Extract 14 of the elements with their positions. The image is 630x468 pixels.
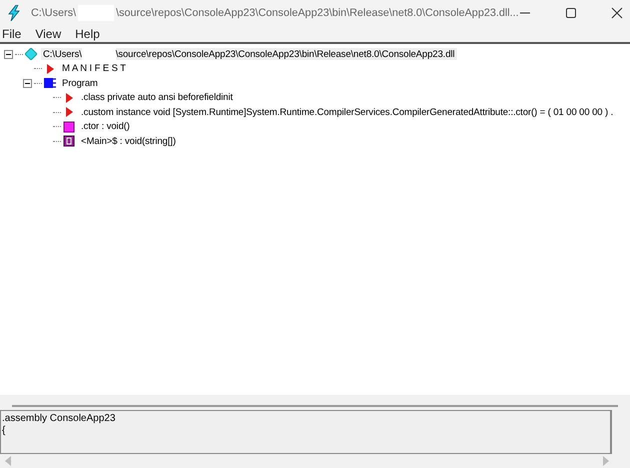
tree-item[interactable]: .class private auto ansi beforefieldinit	[79, 92, 235, 104]
menu-item[interactable]: Help	[75, 27, 100, 41]
tree-item[interactable]: .custom instance void [System.Runtime]System.Runtime.CompilerServices.CompilerGeneratedAttribute::.ctor() = ( 01 00 00 00 ) .	[79, 106, 616, 118]
menu-item[interactable]: File	[2, 27, 22, 41]
window-title: C:\Users\	[31, 7, 76, 19]
menu-item[interactable]: View	[35, 27, 62, 41]
code-line: .assembly ConsoleApp23	[2, 413, 116, 425]
tree-item[interactable]: <Main>$ : void(string[])	[79, 136, 178, 147]
tree-item[interactable]: Program	[60, 78, 100, 89]
tree-item[interactable]: .ctor : void()	[79, 121, 132, 132]
window-title: \source\repos\ConsoleApp23\ConsoleApp23\bin\Release\net8.0\ConsoleApp23.dll...	[116, 7, 519, 19]
code-line: {	[2, 425, 6, 437]
tree-item[interactable]: M A N I F E S T	[60, 63, 128, 74]
tree-item[interactable]: C:\Users\ \source\repos\ConsoleApp23\ConsoleApp23\bin\Release\net8.0\ConsoleApp23.dll	[41, 48, 457, 60]
